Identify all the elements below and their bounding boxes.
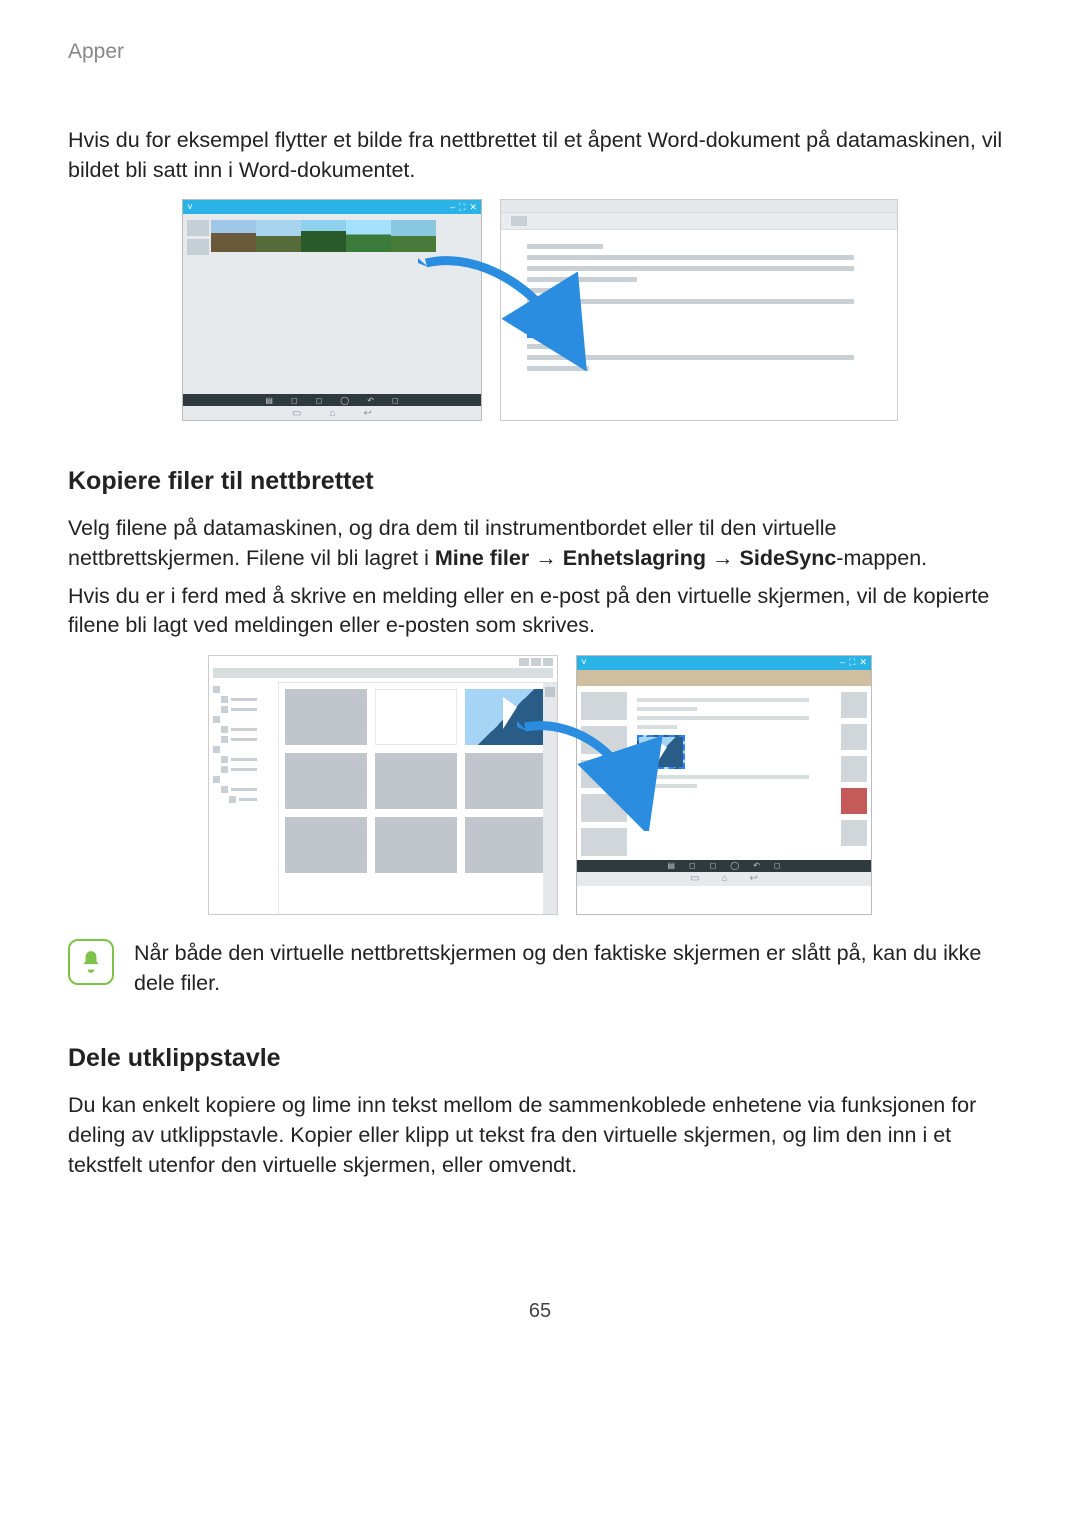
app-icon: ◯ [340,396,349,405]
share-clipboard-p1: Du kan enkelt kopiere og lime inn tekst … [68,1091,1012,1180]
menu-icon: ▤ [265,396,273,405]
tablet-header [577,670,871,686]
figure-tablet-to-word: ˅ – ⛶ ✕ [176,199,904,421]
file-thumb [285,753,367,809]
file-thumb-sail [465,689,547,745]
note-block: Når både den virtuelle nettbrettskjermen… [68,939,1012,998]
right-thumb [841,756,867,782]
file-thumb [375,753,457,809]
right-thumb [841,820,867,846]
file-thumbnails [279,682,557,914]
chevron-down-icon: ˅ [581,657,587,668]
gallery-photo [346,220,391,252]
note-bell-icon [68,939,114,985]
folder-tree [209,682,279,914]
sidebar-thumb [581,692,627,720]
maximize-icon: ⛶ [459,202,465,213]
word-titlebar [501,200,897,212]
copy-files-p2: Hvis du er i ferd med å skrive en meldin… [68,582,1012,641]
file-thumb [465,817,547,873]
virtual-tablet-window: ˅ – ⛶ ✕ [182,199,482,421]
gallery-photo [391,220,436,252]
app-icon: ◻ [291,396,298,405]
copy-files-p1: Velg filene på datamaskinen, og dra dem … [68,514,1012,573]
inserted-image-placeholder [527,310,563,338]
section-header: Apper [68,40,1012,64]
sidebar-thumb [581,726,627,754]
sidebar-thumb [581,760,627,788]
recents-icon: ▭ [690,873,699,884]
app-icon: ◻ [392,396,399,405]
heading-copy-files: Kopiere filer til nettbrettet [68,467,1012,496]
scrollbar [543,683,557,914]
intro-paragraph: Hvis du for eksempel flytter et bilde fr… [68,126,1012,185]
note-text: Når både den virtuelle nettbrettskjermen… [134,939,1012,998]
word-document-window [500,199,898,421]
app-icon: ◻ [316,396,323,405]
tablet-titlebar: ˅ – ⛶ ✕ [577,656,871,670]
right-thumb [841,724,867,750]
pc-explorer-window [208,655,558,915]
heading-share-clipboard: Dele utklippstavle [68,1044,1012,1073]
app-icon: ◻ [689,861,696,870]
close-icon: ✕ [859,657,867,668]
chevron-down-icon: ˅ [187,202,193,213]
virtual-tablet-window: ˅ – ⛶ ✕ [576,655,872,915]
app-icon: ↶ [367,396,374,405]
maximize-icon: ⛶ [849,657,855,668]
address-bar [213,668,553,678]
file-thumb [285,817,367,873]
right-thumb [841,692,867,718]
home-icon: ⌂ [722,873,728,884]
page-number: 65 [68,1300,1012,1323]
gallery-photo [256,220,301,252]
gallery-photo [211,220,256,252]
tablet-titlebar: ˅ – ⛶ ✕ [183,200,481,214]
app-icon: ↶ [753,861,760,870]
close-icon: ✕ [469,202,477,213]
minimize-icon: – [840,657,845,668]
right-thumb [841,788,867,814]
home-icon: ⌂ [330,408,336,419]
sidebar-thumb [581,828,627,856]
app-icon: ◻ [710,861,717,870]
figure-pc-to-tablet: ˅ – ⛶ ✕ [183,655,897,915]
app-icon: ◯ [730,861,739,870]
sidebar-thumb [581,794,627,822]
file-thumb [375,817,457,873]
word-ribbon [501,212,897,230]
file-thumb [375,689,457,745]
word-doc-body [501,230,897,408]
gallery-photo [301,220,346,252]
app-icon: ◻ [774,861,781,870]
back-icon: ↩ [364,408,372,419]
recents-icon: ▭ [292,408,301,419]
back-icon: ↩ [750,873,758,884]
gallery-side-thumb [187,220,209,236]
attached-image-placeholder [637,735,685,769]
minimize-icon: – [450,202,455,213]
file-thumb [465,753,547,809]
gallery-side-thumb [187,239,209,255]
menu-icon: ▤ [667,861,675,870]
file-thumb [285,689,367,745]
